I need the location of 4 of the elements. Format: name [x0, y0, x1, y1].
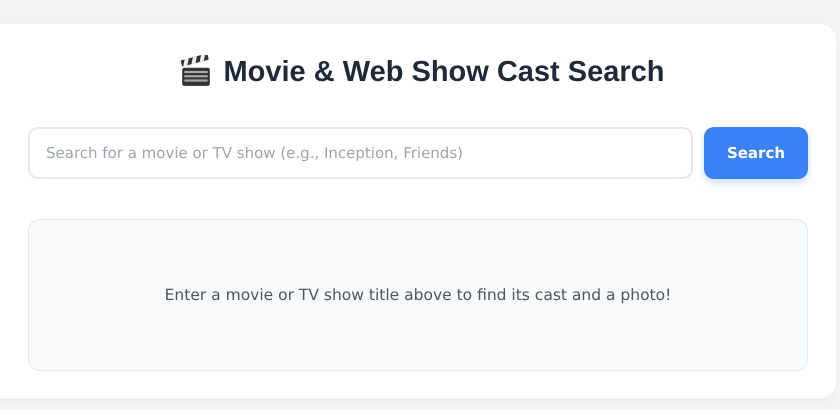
page-title: Movie & Web Show Cast Search: [223, 56, 665, 88]
search-field[interactable]: Search for a movie or TV show (e.g., Inception, Friends): [28, 127, 693, 179]
search-button[interactable]: Search: [704, 127, 808, 179]
empty-message: Enter a movie or TV show title above to find its cast and a photo!: [164, 286, 672, 304]
